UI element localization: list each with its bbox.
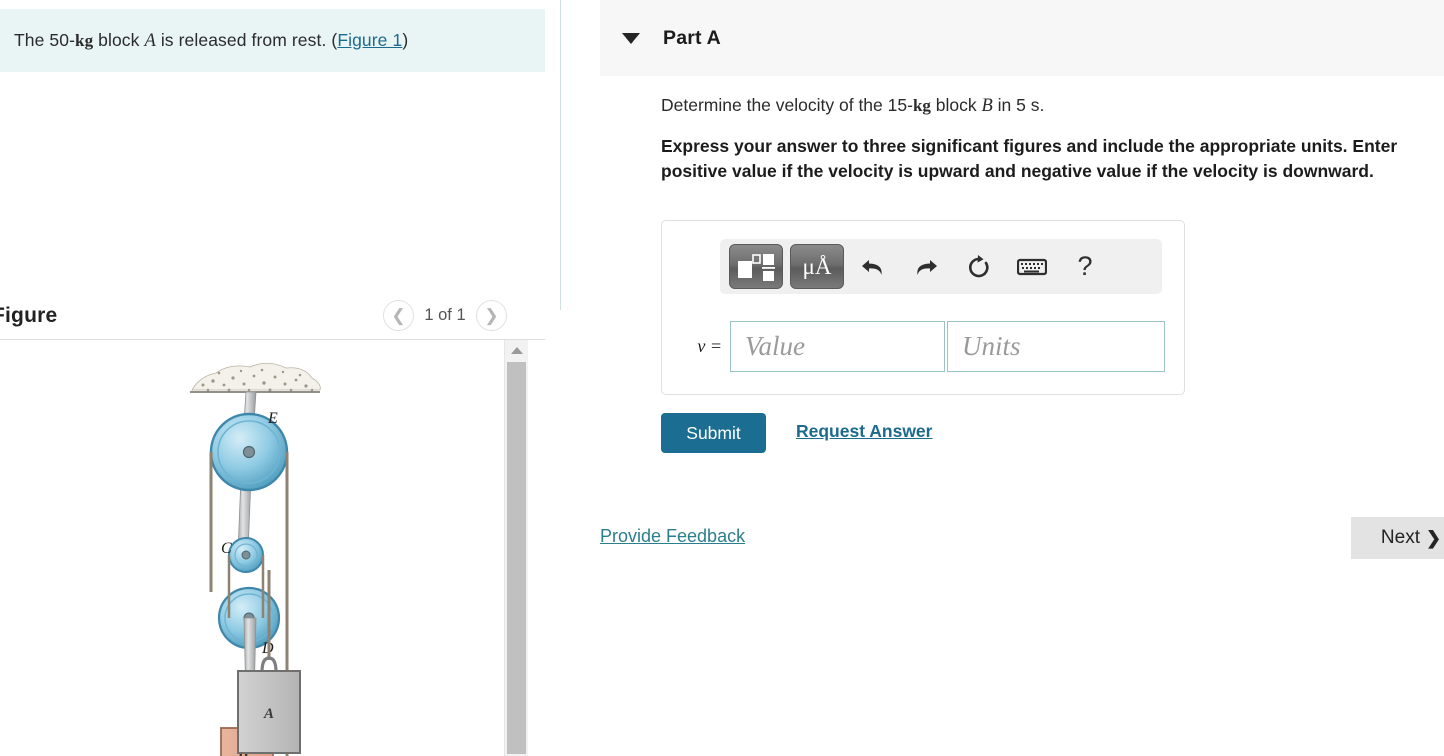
triangle-up-icon[interactable] [505, 340, 528, 360]
problem-statement-text: The 50-kg block A is released from rest.… [14, 30, 408, 52]
redo-arrow-icon[interactable] [902, 244, 950, 289]
pulley-c-label: C [221, 540, 232, 557]
answer-variable-label: v = [697, 336, 722, 356]
pulley-e-label: E [267, 410, 278, 427]
math-toolbar: μÅ ? [720, 239, 1162, 294]
submit-button[interactable]: Submit [661, 413, 766, 453]
problem-statement-banner: The 50-kg block A is released from rest.… [0, 9, 545, 72]
keyboard-icon[interactable] [1008, 244, 1056, 289]
request-answer-link[interactable]: Request Answer [796, 421, 932, 442]
statement-part-2: block [93, 29, 145, 50]
chevron-right-icon: ❯ [1425, 527, 1442, 548]
figure-body: E C D B A [0, 340, 545, 756]
statement-part-4: ) [402, 29, 409, 50]
statement-unit-kg: kg [75, 30, 94, 50]
provide-feedback-link[interactable]: Provide Feedback [600, 526, 745, 547]
statement-var-a: A [144, 30, 156, 51]
figure-1-link[interactable]: Figure 1 [337, 30, 402, 50]
next-button[interactable]: Next ❯ [1351, 517, 1444, 559]
instruction-text: Express your answer to three significant… [661, 136, 1398, 181]
statement-part-1: The 50- [14, 29, 76, 50]
figure-navigation: ❮ 1 of 1 ❯ [383, 300, 507, 331]
caret-down-icon[interactable] [622, 32, 640, 44]
hook-block-b [242, 713, 258, 730]
answer-row: v = [680, 321, 1165, 372]
question-var-b: B [981, 96, 993, 116]
next-button-label: Next [1380, 527, 1420, 548]
right-pane: Part A Determine the velocity of the 15-… [561, 0, 1444, 756]
pulley-c [228, 537, 264, 573]
reset-circular-arrow-icon[interactable] [955, 244, 1003, 289]
part-title: Part A [663, 26, 721, 49]
units-button-label: μÅ [802, 253, 832, 279]
question-text: Determine the velocity of the 15-kg bloc… [661, 95, 1044, 117]
block-b: B [220, 727, 274, 756]
question-part-1: Determine the velocity of the 15- [661, 95, 913, 115]
chevron-left-icon[interactable]: ❮ [383, 300, 414, 331]
figure-pagination-label: 1 of 1 [424, 306, 466, 324]
problem-page: The 50-kg block A is released from rest.… [0, 0, 1444, 756]
block-b-label: B [237, 746, 248, 756]
help-icon[interactable]: ? [1061, 244, 1109, 289]
scrollbar-thumb[interactable] [507, 362, 526, 754]
question-unit-kg: kg [912, 96, 931, 115]
question-part-2: block [930, 95, 982, 115]
question-part-3: in 5 [992, 95, 1031, 115]
part-a-header[interactable]: Part A [600, 0, 1444, 76]
question-unit-s: s [1030, 95, 1040, 115]
math-template-icon[interactable] [729, 244, 783, 289]
figure-scrollbar[interactable] [504, 340, 528, 756]
undo-arrow-icon[interactable] [849, 244, 897, 289]
statement-part-3: is released from rest. ( [155, 29, 338, 50]
pulley-d-label: D [261, 640, 274, 657]
figure-label: Figure [0, 303, 58, 327]
left-pane: The 50-kg block A is released from rest.… [0, 0, 560, 756]
answer-entry-box: μÅ ? v = Value Units [661, 220, 1185, 395]
answer-value-input[interactable] [730, 321, 945, 372]
pulley-system-diagram: E C D B [190, 362, 321, 756]
rod-d-to-b [243, 617, 257, 705]
chevron-right-icon[interactable]: ❯ [476, 300, 507, 331]
question-part-4: . [1039, 95, 1045, 115]
help-label: ? [1077, 251, 1093, 281]
units-mu-angstrom-icon[interactable]: μÅ [790, 244, 844, 289]
ceiling-hatching [190, 362, 321, 393]
answer-units-input[interactable] [947, 321, 1165, 372]
figure-header: Figure ❮ 1 of 1 ❯ [0, 293, 545, 338]
